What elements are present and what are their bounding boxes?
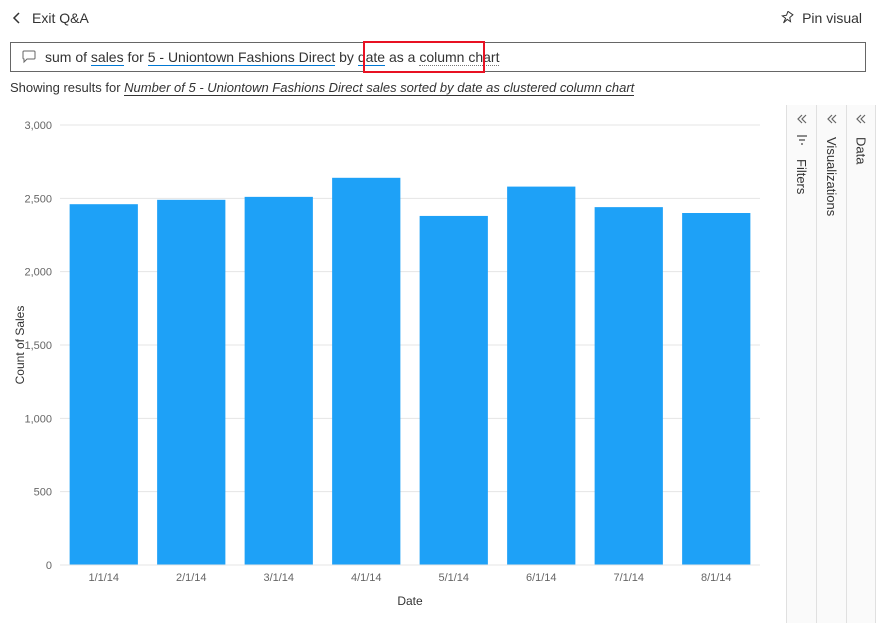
column-chart[interactable]: 0 500 1,000 1,500 2,000 2,500 3,000 1/1/14 2/1/1… xyxy=(10,115,780,615)
svg-text:8/1/14: 8/1/14 xyxy=(701,572,732,584)
bar[interactable] xyxy=(332,178,400,565)
bar[interactable] xyxy=(595,207,663,565)
filters-pane-toggle[interactable]: Filters xyxy=(786,105,816,623)
svg-text:5/1/14: 5/1/14 xyxy=(438,572,469,584)
svg-text:0: 0 xyxy=(46,560,52,572)
exit-qa-label: Exit Q&A xyxy=(32,10,89,26)
svg-text:2,000: 2,000 xyxy=(24,267,52,279)
chevron-left-icon xyxy=(10,11,24,25)
visualizations-pane-toggle[interactable]: Visualizations xyxy=(816,105,846,623)
svg-text:2,500: 2,500 xyxy=(24,193,52,205)
top-toolbar: Exit Q&A Pin visual xyxy=(0,0,876,36)
main-area: 0 500 1,000 1,500 2,000 2,500 3,000 1/1/14 2/1/1… xyxy=(0,105,876,623)
bar[interactable] xyxy=(245,197,313,565)
qa-query-input[interactable]: sum of sales for 5 - Uniontown Fashions … xyxy=(10,42,866,72)
pin-visual-label: Pin visual xyxy=(802,10,862,26)
exit-qa-button[interactable]: Exit Q&A xyxy=(10,10,89,26)
filters-icon xyxy=(795,133,809,147)
chart-region: 0 500 1,000 1,500 2,000 2,500 3,000 1/1/14 2/1/1… xyxy=(0,105,786,623)
pin-icon xyxy=(780,11,794,25)
svg-text:1/1/14: 1/1/14 xyxy=(88,572,119,584)
pin-visual-button[interactable]: Pin visual xyxy=(780,10,862,26)
qa-bubble-icon xyxy=(21,49,37,65)
chevron-collapse-icon xyxy=(795,113,809,125)
filters-pane-label: Filters xyxy=(794,159,809,194)
chevron-collapse-icon xyxy=(854,113,868,125)
svg-text:3,000: 3,000 xyxy=(24,120,52,132)
data-pane-label: Data xyxy=(854,137,869,164)
svg-text:3/1/14: 3/1/14 xyxy=(263,572,294,584)
side-panes: Filters Visualizations Data xyxy=(786,105,876,623)
bar[interactable] xyxy=(157,200,225,565)
bar[interactable] xyxy=(682,213,750,565)
data-pane-toggle[interactable]: Data xyxy=(846,105,876,623)
svg-text:500: 500 xyxy=(34,487,52,499)
svg-text:4/1/14: 4/1/14 xyxy=(351,572,382,584)
bar[interactable] xyxy=(70,204,138,565)
svg-text:6/1/14: 6/1/14 xyxy=(526,572,557,584)
result-caption: Showing results for Number of 5 - Uniont… xyxy=(10,80,866,95)
bar[interactable] xyxy=(507,187,575,565)
bar[interactable] xyxy=(420,216,488,565)
visualizations-pane-label: Visualizations xyxy=(824,137,839,216)
svg-text:Date: Date xyxy=(397,594,423,608)
svg-text:Count of Sales: Count of Sales xyxy=(13,306,27,385)
svg-text:1,500: 1,500 xyxy=(24,340,52,352)
chevron-collapse-icon xyxy=(825,113,839,125)
qa-query-text: sum of sales for 5 - Uniontown Fashions … xyxy=(45,49,499,65)
svg-text:2/1/14: 2/1/14 xyxy=(176,572,207,584)
svg-text:1,000: 1,000 xyxy=(24,413,52,425)
svg-text:7/1/14: 7/1/14 xyxy=(613,572,644,584)
